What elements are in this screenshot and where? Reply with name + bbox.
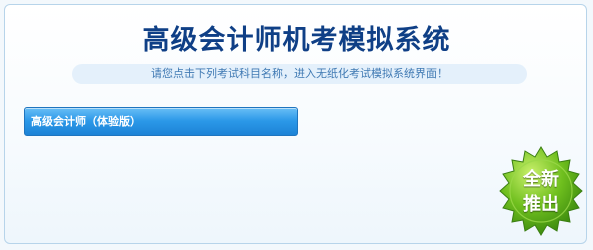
hint-text: 请您点击下列考试科目名称，进入无纸化考试模拟系统界面！ <box>151 67 448 80</box>
subject-button-senior-accountant[interactable]: 高级会计师（体验版） <box>24 107 298 136</box>
subject-button-label: 高级会计师（体验版） <box>31 115 141 128</box>
page-title: 高级会计师机考模拟系统 <box>142 25 451 56</box>
badge-line-2: 推出 <box>523 194 559 215</box>
new-release-badge: 全新 推出 <box>495 145 587 237</box>
badge-line-1: 全新 <box>523 169 559 190</box>
